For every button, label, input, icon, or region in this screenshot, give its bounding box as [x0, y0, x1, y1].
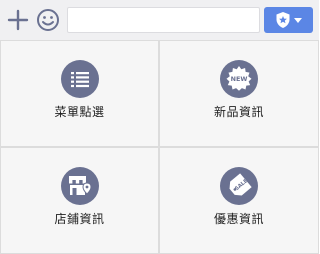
tile-label: 新品資訊: [213, 105, 264, 119]
list-icon: [60, 60, 99, 98]
store-location-icon: [60, 167, 99, 205]
new-badge-text: NEW: [231, 75, 248, 83]
new-badge-icon: NEW: [220, 60, 258, 98]
caret-down-icon: [294, 17, 302, 23]
tile-label: 優惠資訊: [213, 212, 264, 226]
tile-new-products[interactable]: NEW 新品資訊: [160, 41, 318, 146]
menu-grid: 菜單點選 NEW 新品資訊 店鋪資訊 SALE 優惠資訊: [0, 40, 319, 254]
sale-tag-icon: SALE: [220, 167, 258, 205]
search-input[interactable]: [67, 7, 260, 33]
shield-star-icon: [276, 12, 290, 28]
tile-menu-order[interactable]: 菜單點選: [1, 41, 158, 146]
plus-icon[interactable]: [5, 7, 31, 33]
tile-label: 店鋪資訊: [54, 212, 105, 226]
tile-promotions[interactable]: SALE 優惠資訊: [160, 148, 318, 253]
toolbar: [0, 0, 319, 40]
tile-label: 菜單點選: [54, 105, 105, 119]
tile-store-info[interactable]: 店鋪資訊: [1, 148, 158, 253]
smiley-icon[interactable]: [35, 7, 61, 33]
shield-menu-button[interactable]: [264, 7, 313, 33]
